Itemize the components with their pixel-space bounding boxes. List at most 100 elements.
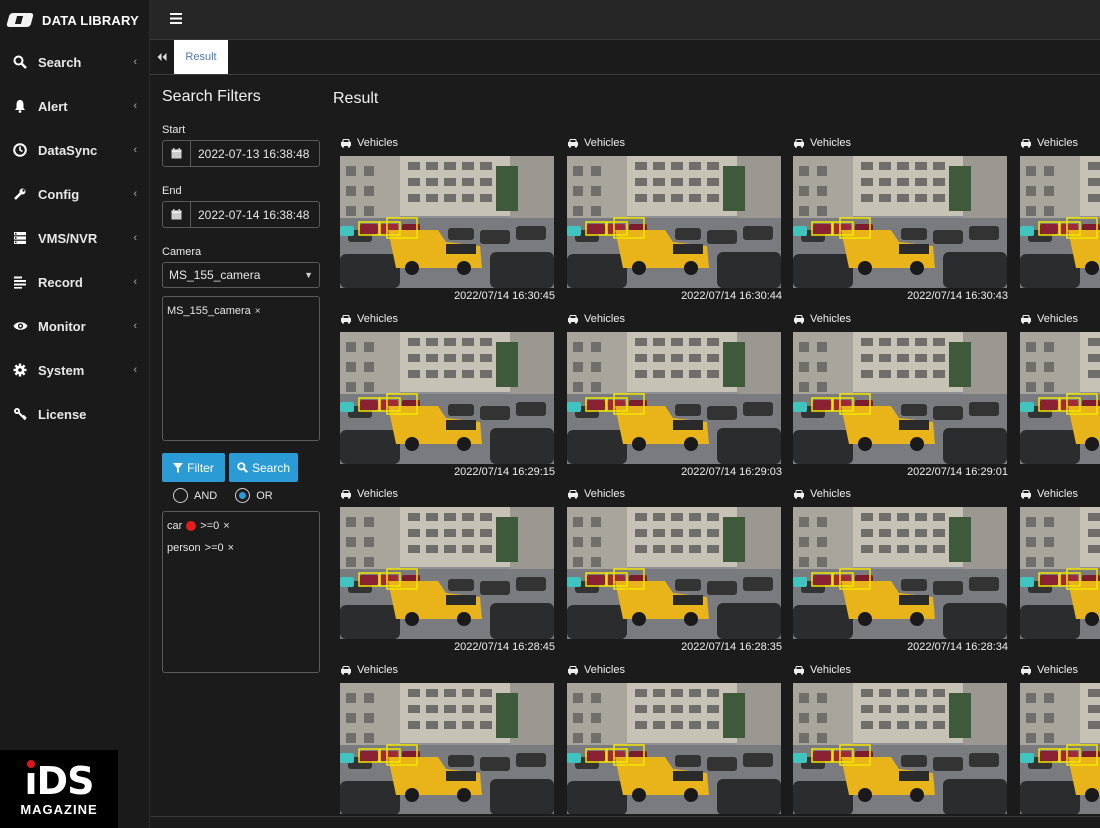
sidebar-item-vms-nvr[interactable]: VMS/NVR ‹ xyxy=(0,216,149,260)
double-chevron-left-icon[interactable] xyxy=(150,40,174,74)
sidebar-item-label: DataSync xyxy=(38,142,98,158)
card-category: Vehicles xyxy=(584,313,625,325)
camera-snapshot-image xyxy=(340,156,554,288)
calendar-icon[interactable] xyxy=(163,202,191,227)
card-thumbnail[interactable] xyxy=(1020,683,1100,814)
card-category: Vehicles xyxy=(584,664,625,676)
result-card[interactable]: Vehicles xyxy=(567,661,782,814)
card-thumbnail[interactable] xyxy=(340,332,554,464)
end-date-input[interactable] xyxy=(191,202,319,227)
remove-icon[interactable]: × xyxy=(228,542,234,554)
sidebar-item-license[interactable]: License xyxy=(0,392,149,436)
end-date-field xyxy=(162,201,320,228)
car-icon xyxy=(1021,315,1031,324)
car-icon xyxy=(1021,666,1031,675)
card-thumbnail[interactable] xyxy=(793,156,1007,288)
card-thumbnail[interactable] xyxy=(340,507,554,639)
camera-snapshot-image xyxy=(1020,683,1100,814)
remove-icon[interactable]: × xyxy=(255,306,261,317)
card-category: Vehicles xyxy=(1037,313,1078,325)
sidebar-item-label: Search xyxy=(38,54,82,70)
card-thumbnail[interactable] xyxy=(567,332,781,464)
watermark-logo-text: ıDS xyxy=(24,758,95,803)
chevron-left-icon: ‹ xyxy=(133,144,137,156)
result-card[interactable]: Vehicles xyxy=(793,485,1008,653)
result-card[interactable]: Vehicles xyxy=(793,310,1008,478)
camera-snapshot-image xyxy=(793,683,1007,814)
card-category: Vehicles xyxy=(810,664,851,676)
card-thumbnail[interactable] xyxy=(567,683,781,814)
condition-rule: >=0 xyxy=(204,542,224,554)
card-thumbnail[interactable] xyxy=(793,507,1007,639)
card-thumbnail[interactable] xyxy=(567,507,781,639)
card-thumbnail[interactable] xyxy=(340,156,554,288)
sidebar-item-record[interactable]: Record ‹ xyxy=(0,260,149,304)
card-timestamp: 2022/07/14 16:28:34 xyxy=(907,641,1008,653)
card-header: Vehicles xyxy=(1020,134,1100,152)
card-category: Vehicles xyxy=(1037,488,1078,500)
card-thumbnail[interactable] xyxy=(1020,156,1100,288)
search-filters-title: Search Filters xyxy=(162,88,261,105)
result-card[interactable]: Vehicles xyxy=(340,661,555,814)
sidebar-item-monitor[interactable]: Monitor ‹ xyxy=(0,304,149,348)
filter-button[interactable]: Filter xyxy=(162,453,225,482)
sidebar-item-datasync[interactable]: DataSync ‹ xyxy=(0,128,149,172)
and-radio[interactable] xyxy=(173,488,188,503)
card-thumbnail[interactable] xyxy=(340,683,554,814)
result-card[interactable]: Vehicles xyxy=(340,310,555,478)
card-category: Vehicles xyxy=(810,137,851,149)
condition-object: person xyxy=(167,542,201,554)
result-card[interactable]: Vehicles xyxy=(793,134,1008,302)
sidebar-item-search[interactable]: Search ‹ xyxy=(0,40,149,84)
card-thumbnail[interactable] xyxy=(793,332,1007,464)
clock-icon xyxy=(12,142,28,158)
result-card[interactable]: Vehicles xyxy=(1020,661,1100,814)
result-card[interactable]: Vehicles xyxy=(340,134,555,302)
result-card[interactable]: Vehicles xyxy=(1020,310,1100,466)
or-radio[interactable] xyxy=(235,488,251,503)
brand-logo-icon xyxy=(6,13,34,27)
gear-icon xyxy=(12,362,28,378)
card-header: Vehicles xyxy=(793,310,1008,328)
card-thumbnail[interactable] xyxy=(1020,507,1100,639)
hamburger-menu-icon[interactable] xyxy=(170,11,182,29)
car-icon xyxy=(341,490,351,499)
card-timestamp: 2022/07/14 16:29:01 xyxy=(907,466,1008,478)
chevron-left-icon: ‹ xyxy=(133,100,137,112)
sidebar-item-system[interactable]: System ‹ xyxy=(0,348,149,392)
eye-icon xyxy=(12,318,28,334)
remove-icon[interactable]: × xyxy=(223,520,229,532)
camera-label: Camera xyxy=(162,246,202,258)
result-card[interactable]: Vehicles xyxy=(340,485,555,653)
tab-result[interactable]: Result xyxy=(174,40,228,74)
brand[interactable]: DATA LIBRARY xyxy=(0,0,149,40)
card-category: Vehicles xyxy=(584,137,625,149)
search-button[interactable]: Search xyxy=(229,453,298,482)
result-card[interactable]: Vehicles xyxy=(1020,134,1100,290)
car-icon xyxy=(794,139,804,148)
result-card[interactable]: Vehicles xyxy=(567,310,782,478)
camera-snapshot-image xyxy=(567,683,781,814)
card-thumbnail[interactable] xyxy=(1020,332,1100,464)
card-thumbnail[interactable] xyxy=(793,683,1007,814)
result-card[interactable]: Vehicles xyxy=(567,134,782,302)
card-thumbnail[interactable] xyxy=(567,156,781,288)
start-date-input[interactable] xyxy=(191,141,319,166)
car-icon xyxy=(794,666,804,675)
card-category: Vehicles xyxy=(810,488,851,500)
result-card[interactable]: Vehicles xyxy=(1020,485,1100,641)
funnel-icon xyxy=(173,462,184,473)
result-card[interactable]: Vehicles xyxy=(793,661,1008,814)
result-card[interactable]: Vehicles xyxy=(567,485,782,653)
sidebar-item-config[interactable]: Config ‹ xyxy=(0,172,149,216)
bell-icon xyxy=(12,98,28,114)
calendar-icon[interactable] xyxy=(163,141,191,166)
card-timestamp: 2022/07/14 16:30:45 xyxy=(454,290,555,302)
logic-radio-group: AND OR xyxy=(173,488,322,503)
card-header: Vehicles xyxy=(793,134,1008,152)
result-title: Result xyxy=(333,90,379,107)
sidebar-item-alert[interactable]: Alert ‹ xyxy=(0,84,149,128)
chevron-left-icon: ‹ xyxy=(133,364,137,376)
condition-object: car xyxy=(167,520,183,532)
camera-select[interactable]: MS_155_camera ▼ xyxy=(162,262,320,288)
